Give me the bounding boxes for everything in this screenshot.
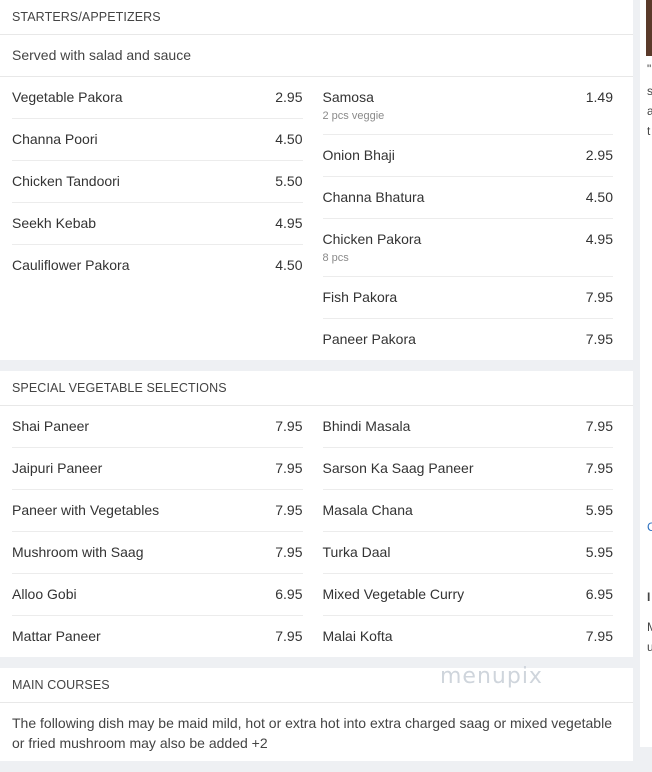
menu-item-price: 7.95 xyxy=(275,418,303,434)
menu-item-name: Sarson Ka Saag Paneer xyxy=(322,460,474,476)
menu-item-name: Mushroom with Saag xyxy=(12,544,144,560)
menu-item: Cauliflower Pakora 4.50 xyxy=(12,245,303,286)
menu-item-name: Turka Daal xyxy=(322,544,391,560)
menu-item-price: 7.95 xyxy=(585,460,613,476)
side-thumbnail xyxy=(646,0,652,56)
menu-item-price: 4.50 xyxy=(275,131,303,147)
side-text-fragment: u xyxy=(647,640,652,654)
section-starters: STARTERS/APPETIZERS Served with salad an… xyxy=(0,0,633,360)
menu-item: Seekh Kebab 4.95 xyxy=(12,203,303,245)
side-text-fragment: s xyxy=(647,84,652,98)
side-text-fragment: t xyxy=(647,124,651,138)
menu-item-name: Mixed Vegetable Curry xyxy=(322,586,465,602)
menu-item: Bhindi Masala 7.95 xyxy=(322,406,613,448)
side-text-fragment: a xyxy=(647,104,652,118)
menu-item: Sarson Ka Saag Paneer 7.95 xyxy=(322,448,613,490)
menu-item-name: Seekh Kebab xyxy=(12,215,97,231)
menu-item-price: 4.50 xyxy=(585,189,613,205)
menu-item: Paneer with Vegetables 7.95 xyxy=(12,490,303,532)
menu-item: Fish Pakora 7.95 xyxy=(322,277,613,319)
menu-item: Onion Bhaji 2.95 xyxy=(322,135,613,177)
menu-item-price: 7.95 xyxy=(275,502,303,518)
menu-item-name: Mattar Paneer xyxy=(12,628,101,644)
menu-item-name: Alloo Gobi xyxy=(12,586,77,602)
section-vegetable: SPECIAL VEGETABLE SELECTIONS Shai Paneer… xyxy=(0,371,633,657)
menu-item: Malai Kofta 7.95 xyxy=(323,616,614,657)
menu-item-price: 7.95 xyxy=(585,418,613,434)
menu-item: Masala Chana 5.95 xyxy=(322,490,613,532)
menu-item-price: 4.50 xyxy=(275,257,303,273)
section-title: SPECIAL VEGETABLE SELECTIONS xyxy=(0,371,633,406)
menu-column-left: Vegetable Pakora 2.95 Channa Poori 4.50 Chic… xyxy=(12,77,323,360)
menu-item: Vegetable Pakora 2.95 xyxy=(12,77,303,119)
menu-item-price: 2.95 xyxy=(275,89,303,105)
menu-item-name: Masala Chana xyxy=(322,502,413,518)
menu-item-name: Chicken Tandoori xyxy=(12,173,120,189)
section-description: Served with salad and sauce xyxy=(0,35,633,77)
menu-item-price: 1.49 xyxy=(585,89,613,105)
menu-item-price: 7.95 xyxy=(275,544,303,560)
menu-item-price: 7.95 xyxy=(585,289,613,305)
menu-item-price: 6.95 xyxy=(585,586,613,602)
menu-item: Channa Poori 4.50 xyxy=(12,119,303,161)
menu-item: Turka Daal 5.95 xyxy=(322,532,613,574)
watermark-logo: menupix xyxy=(440,664,543,689)
menu-item-price: 7.95 xyxy=(275,628,303,644)
menu-item-name: Chicken Pakora xyxy=(322,231,422,247)
menu-item-name: Cauliflower Pakora xyxy=(12,257,130,273)
menu-item: Mushroom with Saag 7.95 xyxy=(12,532,303,574)
menu-item-note: 8 pcs xyxy=(322,252,349,264)
menu-item: Mattar Paneer 7.95 xyxy=(12,616,303,657)
menu-item: Shai Paneer 7.95 xyxy=(12,406,303,448)
menu-item-name: Jaipuri Paneer xyxy=(12,460,103,476)
menu-item-price: 6.95 xyxy=(275,586,303,602)
menu-item: Alloo Gobi 6.95 xyxy=(12,574,303,616)
menu-item-note: 2 pcs veggie xyxy=(322,110,385,122)
menu-item: Paneer Pakora 7.95 xyxy=(323,319,614,360)
menu-item-name: Samosa xyxy=(322,89,374,105)
menu-item-price: 7.95 xyxy=(275,460,303,476)
menu-item: Jaipuri Paneer 7.95 xyxy=(12,448,303,490)
menu-item-name: Bhindi Masala xyxy=(322,418,411,434)
side-text-fragment: M xyxy=(647,620,652,634)
menu-column-right: Bhindi Masala 7.95 Sarson Ka Saag Paneer 7.… xyxy=(322,406,614,657)
menu-column-right: Samosa 2 pcs veggie 1.49 Onion Bhaji 2.95 Cha… xyxy=(322,77,614,360)
menu-item-name: Shai Paneer xyxy=(12,418,90,434)
menu-item-price: 7.95 xyxy=(585,628,613,644)
menu-item-name: Channa Bhatura xyxy=(322,189,425,205)
menu-item-name: Channa Poori xyxy=(12,131,98,147)
menu-item-name: Malai Kofta xyxy=(322,628,393,644)
menu-main: STARTERS/APPETIZERS Served with salad an… xyxy=(0,0,633,772)
menu-item-price: 5.50 xyxy=(275,173,303,189)
menu-item-price: 5.95 xyxy=(585,544,613,560)
side-panel: " s a t C I M u xyxy=(640,0,652,747)
menu-item-price: 4.95 xyxy=(585,231,613,247)
menu-item-price: 7.95 xyxy=(585,331,613,347)
menu-column-left: Shai Paneer 7.95 Jaipuri Paneer 7.95 Paneer … xyxy=(12,406,323,657)
menu-item-name: Fish Pakora xyxy=(322,289,398,305)
menu-item: Chicken Pakora 8 pcs 4.95 xyxy=(322,219,613,277)
menu-item: Channa Bhatura 4.50 xyxy=(322,177,613,219)
side-text-fragment: " xyxy=(647,62,652,76)
menu-item-name: Vegetable Pakora xyxy=(12,89,123,105)
section-title: STARTERS/APPETIZERS xyxy=(0,0,633,35)
side-link-fragment[interactable]: C xyxy=(647,520,652,534)
menu-item-name: Onion Bhaji xyxy=(322,147,395,163)
menu-item: Chicken Tandoori 5.50 xyxy=(12,161,303,203)
menu-item-name: Paneer Pakora xyxy=(322,331,416,347)
menu-item-price: 5.95 xyxy=(585,502,613,518)
menu-item-price: 4.95 xyxy=(275,215,303,231)
menu-item-price: 2.95 xyxy=(585,147,613,163)
side-text-fragment: I xyxy=(647,590,651,604)
section-description: The following dish may be maid mild, hot… xyxy=(12,715,612,751)
menu-item-name: Paneer with Vegetables xyxy=(12,502,160,518)
menu-item: Samosa 2 pcs veggie 1.49 xyxy=(322,77,613,135)
menu-item: Mixed Vegetable Curry 6.95 xyxy=(322,574,613,616)
